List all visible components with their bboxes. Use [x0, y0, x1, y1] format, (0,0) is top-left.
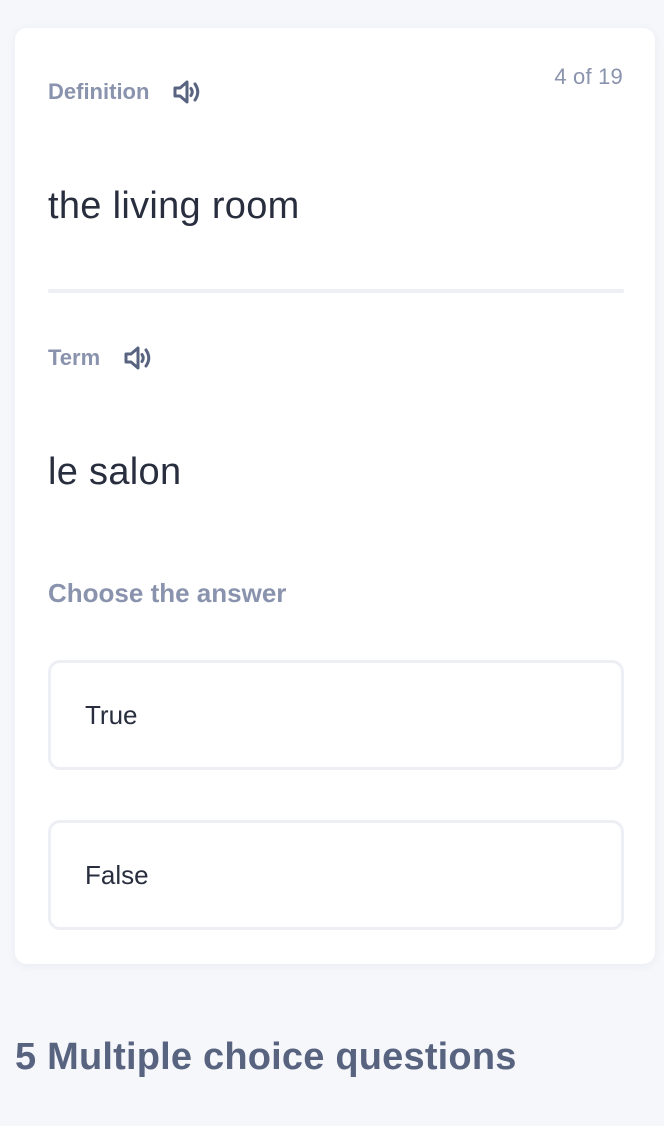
answer-prompt: Choose the answer	[48, 578, 287, 608]
answer-option-label: True	[85, 699, 138, 730]
definition-text: the living room	[48, 185, 300, 227]
term-text: le salon	[48, 451, 182, 493]
definition-label: Definition	[48, 79, 150, 104]
question-card: 4 of 19 Definition the living room Term …	[15, 28, 655, 964]
section-title: 5 Multiple choice questions	[15, 1036, 517, 1078]
term-audio-button[interactable]	[122, 341, 156, 375]
answer-option-label: False	[85, 859, 149, 890]
definition-audio-button[interactable]	[171, 75, 205, 109]
answer-option-true[interactable]: True	[48, 660, 624, 770]
speaker-icon	[124, 346, 151, 370]
definition-header: Definition	[48, 75, 205, 109]
term-header: Term	[48, 341, 156, 375]
divider	[48, 289, 624, 293]
answer-option-false[interactable]: False	[48, 820, 624, 930]
speaker-icon	[173, 80, 200, 104]
question-counter: 4 of 19	[554, 64, 623, 89]
term-label: Term	[48, 345, 101, 370]
